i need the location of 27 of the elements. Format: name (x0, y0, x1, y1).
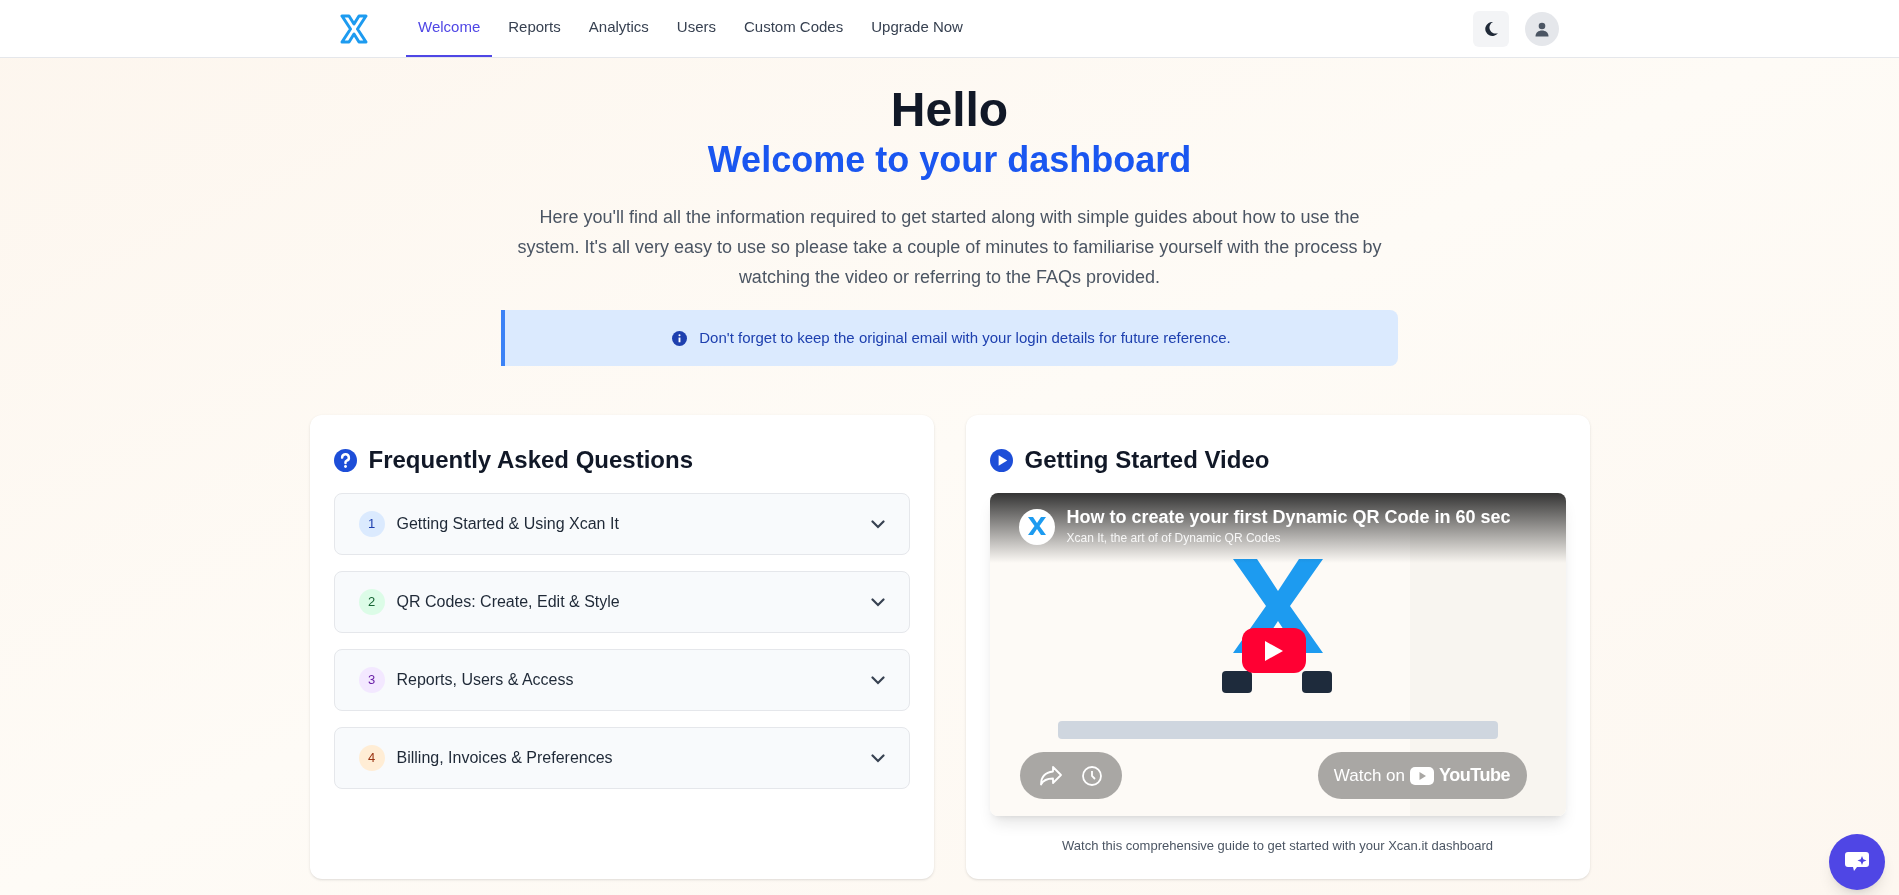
page-subtitle: Welcome to your dashboard (707, 138, 1192, 182)
number-badge: 2 (358, 589, 385, 615)
nav-tab[interactable]: Welcome (406, 0, 493, 57)
number-badge: 4 (358, 745, 385, 771)
faq-item[interactable]: 2 QR Codes: Create, Edit & Style (333, 571, 910, 633)
faq-item[interactable]: 3 Reports, Users & Access (333, 649, 910, 711)
faq-question: Getting Started & Using Xcan It (396, 514, 619, 534)
page-title: Hello (890, 82, 1009, 138)
nav-tab[interactable]: Analytics (576, 0, 661, 57)
faq-item[interactable]: 1 Getting Started & Using Xcan It (333, 493, 910, 555)
nav-tab[interactable]: Custom Codes (732, 0, 856, 57)
video-caption: Watch this comprehensive guide to get started with your Xcan.it dashboard (1061, 837, 1494, 855)
faq-item[interactable]: 4 Billing, Invoices & Preferences (333, 727, 910, 789)
faq-question: Reports, Users & Access (396, 670, 574, 690)
nav-tab[interactable]: Users (664, 0, 728, 57)
nav-tab[interactable]: Upgrade Now (859, 0, 975, 57)
faq-question: Billing, Invoices & Preferences (396, 748, 613, 768)
card-title: Frequently Asked Questions (368, 445, 693, 475)
video-title[interactable]: How to create your first Dynamic QR Code in 60 sec (1066, 505, 1511, 529)
card-title: Getting Started Video (1024, 445, 1270, 475)
number-badge: 1 (358, 511, 385, 537)
alert-text: Don't forget to keep the original email with your login details for future reference. (699, 327, 1231, 348)
number-badge: 3 (358, 667, 385, 693)
intro-paragraph: Here you'll find all the information required to get started along with simple guides about how to use the system. It's all very easy to use so please take a couple of minutes to familiarise yourself with the process by watching the video or referring to the FAQs provided. (516, 206, 1383, 289)
channel-name: Xcan It, the art of of Dynamic QR Codes (1066, 530, 1282, 547)
faq-question: QR Codes: Create, Edit & Style (396, 592, 620, 612)
nav-tab[interactable]: Reports (496, 0, 573, 57)
